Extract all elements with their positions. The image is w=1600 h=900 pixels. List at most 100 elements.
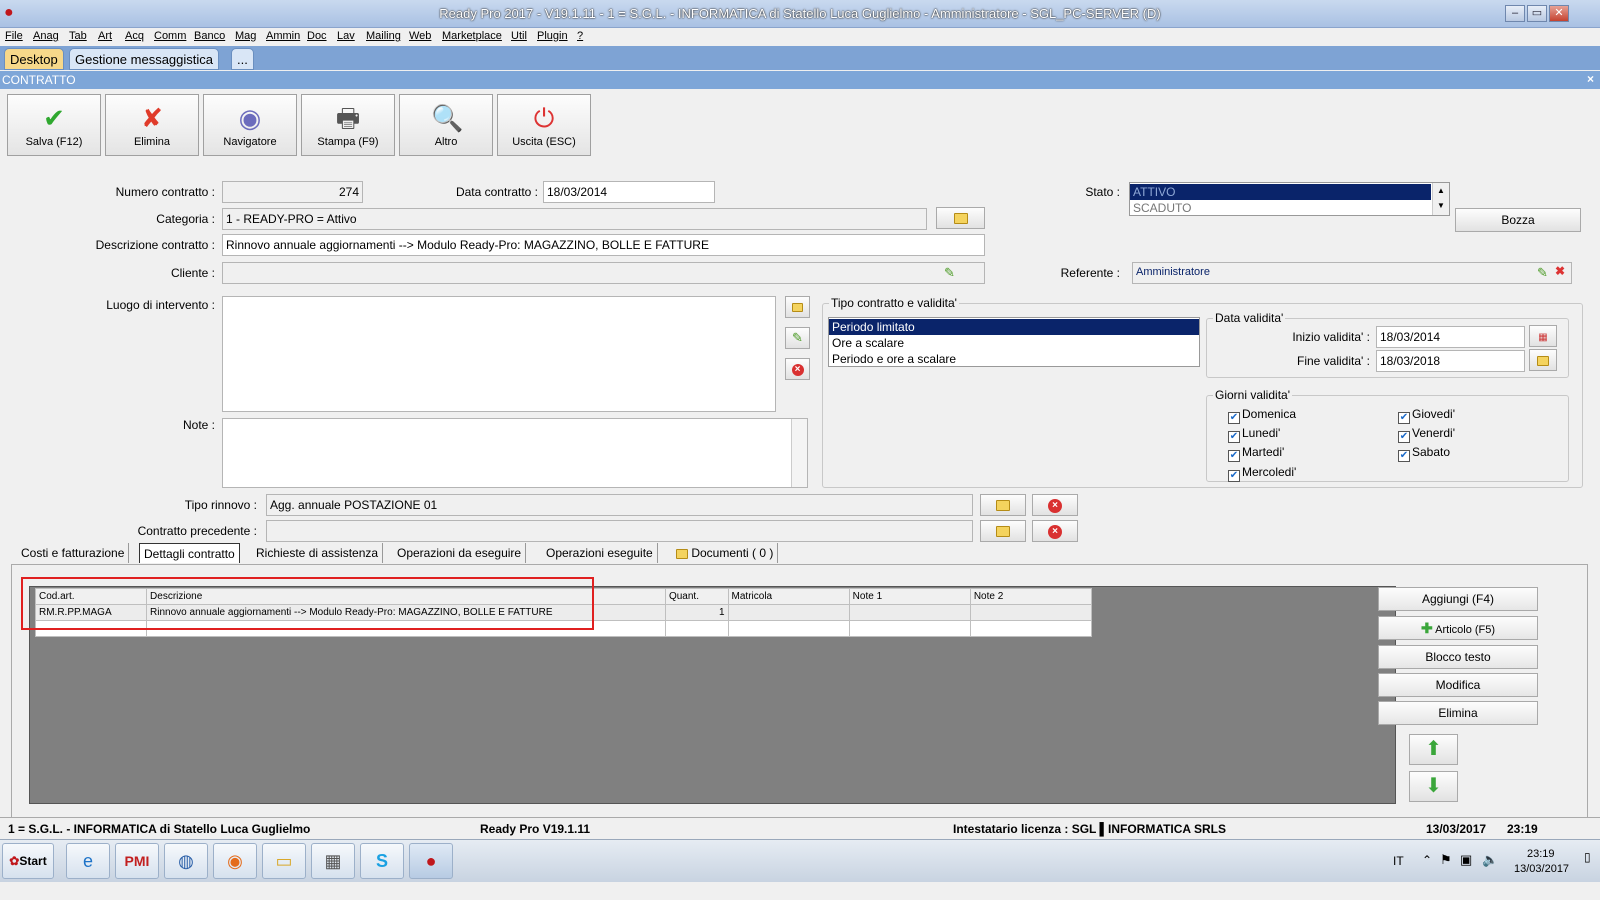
stato-scrollbar[interactable]: ▲ ▼ (1432, 183, 1449, 215)
firefox-icon[interactable]: ◉ (213, 843, 257, 879)
luogo-clear-button[interactable]: × (785, 358, 810, 380)
internet-explorer-icon[interactable]: e (66, 843, 110, 879)
menu-art[interactable]: Art (98, 30, 112, 42)
menu-doc[interactable]: Doc (307, 30, 327, 42)
start-button[interactable]: ✿Start (2, 843, 54, 879)
more-button[interactable]: 🔍 Altro (399, 94, 493, 156)
save-button[interactable]: ✔ Salva (F12) (7, 94, 101, 156)
move-up-button[interactable]: ⬆ (1409, 734, 1458, 765)
file-explorer-icon[interactable]: ▭ (262, 843, 306, 879)
menu-mailing[interactable]: Mailing (366, 30, 401, 42)
menu-web[interactable]: Web (409, 30, 431, 42)
action-center-flag-icon[interactable]: ⚑ (1440, 852, 1452, 868)
delete-button[interactable]: ✘ Elimina (105, 94, 199, 156)
luogo-browse-button[interactable] (785, 296, 810, 318)
col-quant[interactable]: Quant. (664, 588, 729, 605)
modifica-button[interactable]: Modifica (1378, 673, 1538, 697)
articolo-button[interactable]: ✚ Articolo (F5) (1378, 616, 1538, 640)
col-note2[interactable]: Note 2 (969, 588, 1093, 605)
stato-list[interactable]: ATTIVO SCADUTO ▲ ▼ (1129, 182, 1450, 216)
calculator-icon[interactable]: ▦ (311, 843, 355, 879)
tab-dettagli-contratto[interactable]: Dettagli contratto (139, 543, 240, 563)
tipo-option-periodo[interactable]: Periodo limitato (829, 319, 1199, 335)
aggiungi-button[interactable]: Aggiungi (F4) (1378, 587, 1538, 611)
edit-cliente-icon[interactable]: ✎ (944, 265, 955, 281)
checkbox-venerdi[interactable]: ✔ Venerdi' (1398, 426, 1455, 443)
inizio-calendar-button[interactable]: ▦ (1529, 325, 1557, 347)
cliente-field[interactable] (222, 262, 985, 284)
menu-tab[interactable]: Tab (69, 30, 87, 42)
print-button[interactable]: 🖶 Stampa (F9) (301, 94, 395, 156)
checkbox-mercoledi[interactable]: ✔ Mercoledi' (1228, 465, 1296, 482)
close-window-button[interactable]: ✕ (1549, 5, 1569, 22)
inizio-validita-field[interactable]: 18/03/2014 (1376, 326, 1525, 348)
tab-documenti[interactable]: Documenti ( 0 ) (672, 543, 779, 563)
checkbox-giovedi[interactable]: ✔ Giovedi' (1398, 407, 1455, 424)
menu-util[interactable]: Util (511, 30, 527, 42)
show-desktop-icon[interactable]: ▯ (1584, 850, 1591, 864)
menu-banco[interactable]: Banco (194, 30, 225, 42)
categoria-browse-button[interactable] (936, 207, 985, 229)
tab-gestione-messaggistica[interactable]: Gestione messaggistica (69, 48, 220, 70)
blocco-testo-button[interactable]: Blocco testo (1378, 645, 1538, 669)
tipo-rinnovo-clear-button[interactable]: × (1032, 494, 1078, 516)
descrizione-field[interactable]: Rinnovo annuale aggiornamenti --> Modulo… (222, 234, 985, 256)
skype-icon[interactable]: S (360, 843, 404, 879)
tab-costi-fatturazione[interactable]: Costi e fatturazione (17, 543, 130, 563)
stato-option-attivo[interactable]: ATTIVO (1130, 184, 1431, 200)
menu-lav[interactable]: Lav (337, 30, 355, 42)
tab-operazioni-eseguite[interactable]: Operazioni eseguite (542, 543, 658, 563)
menu-anag[interactable]: Anag (33, 30, 59, 42)
volume-icon[interactable]: 🔈 (1482, 852, 1498, 868)
language-indicator[interactable]: IT (1393, 854, 1404, 868)
clock-time[interactable]: 23:19 (1527, 848, 1555, 860)
tab-more[interactable]: ... (231, 48, 254, 70)
data-contratto-field[interactable]: 18/03/2014 (543, 181, 715, 203)
clear-referente-icon[interactable]: ✖ (1555, 264, 1565, 278)
numero-contratto-field[interactable]: 274 (222, 181, 363, 203)
menu-ammin[interactable]: Ammin (266, 30, 300, 42)
close-section-icon[interactable]: × (1587, 72, 1594, 86)
luogo-intervento-field[interactable] (222, 296, 776, 412)
menu-acq[interactable]: Acq (125, 30, 144, 42)
stato-option-scaduto[interactable]: SCADUTO (1130, 200, 1431, 216)
checkbox-domenica[interactable]: ✔ Domenica (1228, 407, 1296, 424)
col-matricola[interactable]: Matricola (727, 588, 850, 605)
luogo-edit-button[interactable]: ✎ (785, 327, 810, 349)
menu-comm[interactable]: Comm (154, 30, 186, 42)
pmi-app-icon[interactable]: PMI (115, 843, 159, 879)
bozza-button[interactable]: Bozza (1455, 208, 1581, 232)
tab-richieste-assistenza[interactable]: Richieste di assistenza (252, 543, 384, 563)
col-note1[interactable]: Note 1 (848, 588, 971, 605)
edit-referente-icon[interactable]: ✎ (1537, 265, 1548, 281)
menu-marketplace[interactable]: Marketplace (442, 30, 502, 42)
note-field[interactable] (222, 418, 808, 488)
tab-operazioni-da-eseguire[interactable]: Operazioni da eseguire (393, 543, 527, 563)
note-scrollbar[interactable] (791, 419, 807, 487)
restore-button[interactable]: ▭ (1527, 5, 1547, 22)
checkbox-sabato[interactable]: ✔ Sabato (1398, 445, 1450, 462)
network-icon[interactable]: ▣ (1460, 852, 1472, 868)
checkbox-lunedi[interactable]: ✔ Lunedi' (1228, 426, 1280, 443)
fine-browse-button[interactable] (1529, 349, 1557, 371)
referente-field[interactable]: Amministratore (1132, 262, 1572, 284)
checkbox-martedi[interactable]: ✔ Martedi' (1228, 445, 1284, 462)
navigator-button[interactable]: ◉ Navigatore (203, 94, 297, 156)
tipo-rinnovo-browse-button[interactable] (980, 494, 1026, 516)
categoria-field[interactable]: 1 - READY-PRO = Attivo (222, 208, 927, 230)
tipo-rinnovo-field[interactable]: Agg. annuale POSTAZIONE 01 (266, 494, 973, 516)
tipo-option-periodo-ore[interactable]: Periodo e ore a scalare (829, 351, 1199, 367)
contratto-precedente-field[interactable] (266, 520, 973, 542)
menu-plugin[interactable]: Plugin (537, 30, 568, 42)
move-down-button[interactable]: ⬇ (1409, 771, 1458, 802)
minimize-button[interactable]: – (1505, 5, 1525, 22)
tab-desktop[interactable]: Desktop (4, 48, 64, 70)
tipo-contratto-list[interactable]: Periodo limitato Ore a scalare Periodo e… (828, 317, 1200, 367)
menu-mag[interactable]: Mag (235, 30, 256, 42)
precedente-browse-button[interactable] (980, 520, 1026, 542)
elimina-row-button[interactable]: Elimina (1378, 701, 1538, 725)
ready-pro-icon[interactable]: ● (409, 843, 453, 879)
menu-file[interactable]: File (5, 30, 23, 42)
fine-validita-field[interactable]: 18/03/2018 (1376, 350, 1525, 372)
thunderbird-icon[interactable]: ◍ (164, 843, 208, 879)
